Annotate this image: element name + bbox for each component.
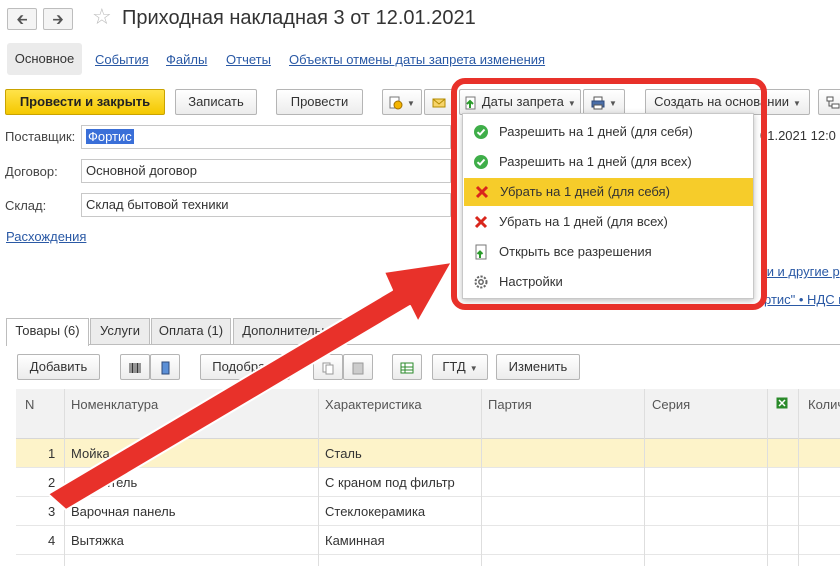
red-x-icon xyxy=(474,215,488,229)
menu-item-label: Убрать на 1 дней (для всех) xyxy=(499,214,668,229)
menu-item-remove-self[interactable]: Убрать на 1 дней (для себя) xyxy=(464,178,753,206)
menu-item-label: Убрать на 1 дней (для себя) xyxy=(500,184,670,199)
menu-item-label: Открыть все разрешения xyxy=(499,244,652,259)
menu-item-remove-all[interactable]: Убрать на 1 дней (для всех) xyxy=(463,208,753,236)
menu-item-settings[interactable]: Настройки xyxy=(463,268,753,296)
menu-item-open-permissions[interactable]: Открыть все разрешения xyxy=(463,238,753,266)
gear-icon xyxy=(474,275,488,289)
menu-item-label: Разрешить на 1 дней (для всех) xyxy=(499,154,692,169)
menu-item-label: Настройки xyxy=(499,274,563,289)
menu-item-label: Разрешить на 1 дней (для себя) xyxy=(499,124,693,139)
check-circle-icon xyxy=(474,155,488,169)
dates-ban-dropdown: Разрешить на 1 дней (для себя) Разрешить… xyxy=(462,113,754,299)
check-circle-icon xyxy=(474,125,488,139)
document-icon xyxy=(475,244,487,260)
menu-item-allow-all[interactable]: Разрешить на 1 дней (для всех) xyxy=(463,148,753,176)
red-x-icon xyxy=(475,185,489,199)
menu-item-allow-self[interactable]: Разрешить на 1 дней (для себя) xyxy=(463,118,753,146)
